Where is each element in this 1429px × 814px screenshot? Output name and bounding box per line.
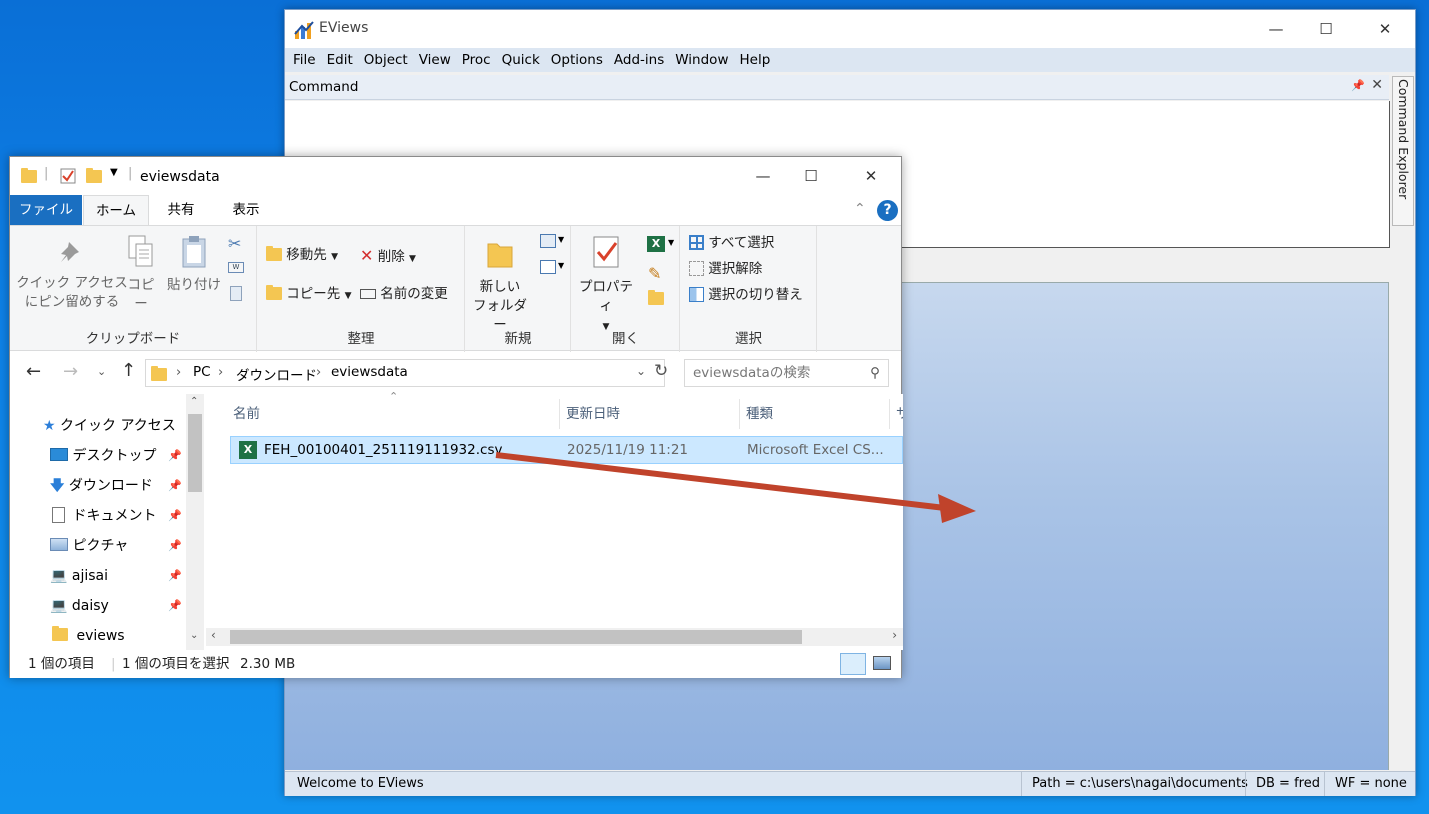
annotation-arrow-icon [495, 452, 976, 523]
